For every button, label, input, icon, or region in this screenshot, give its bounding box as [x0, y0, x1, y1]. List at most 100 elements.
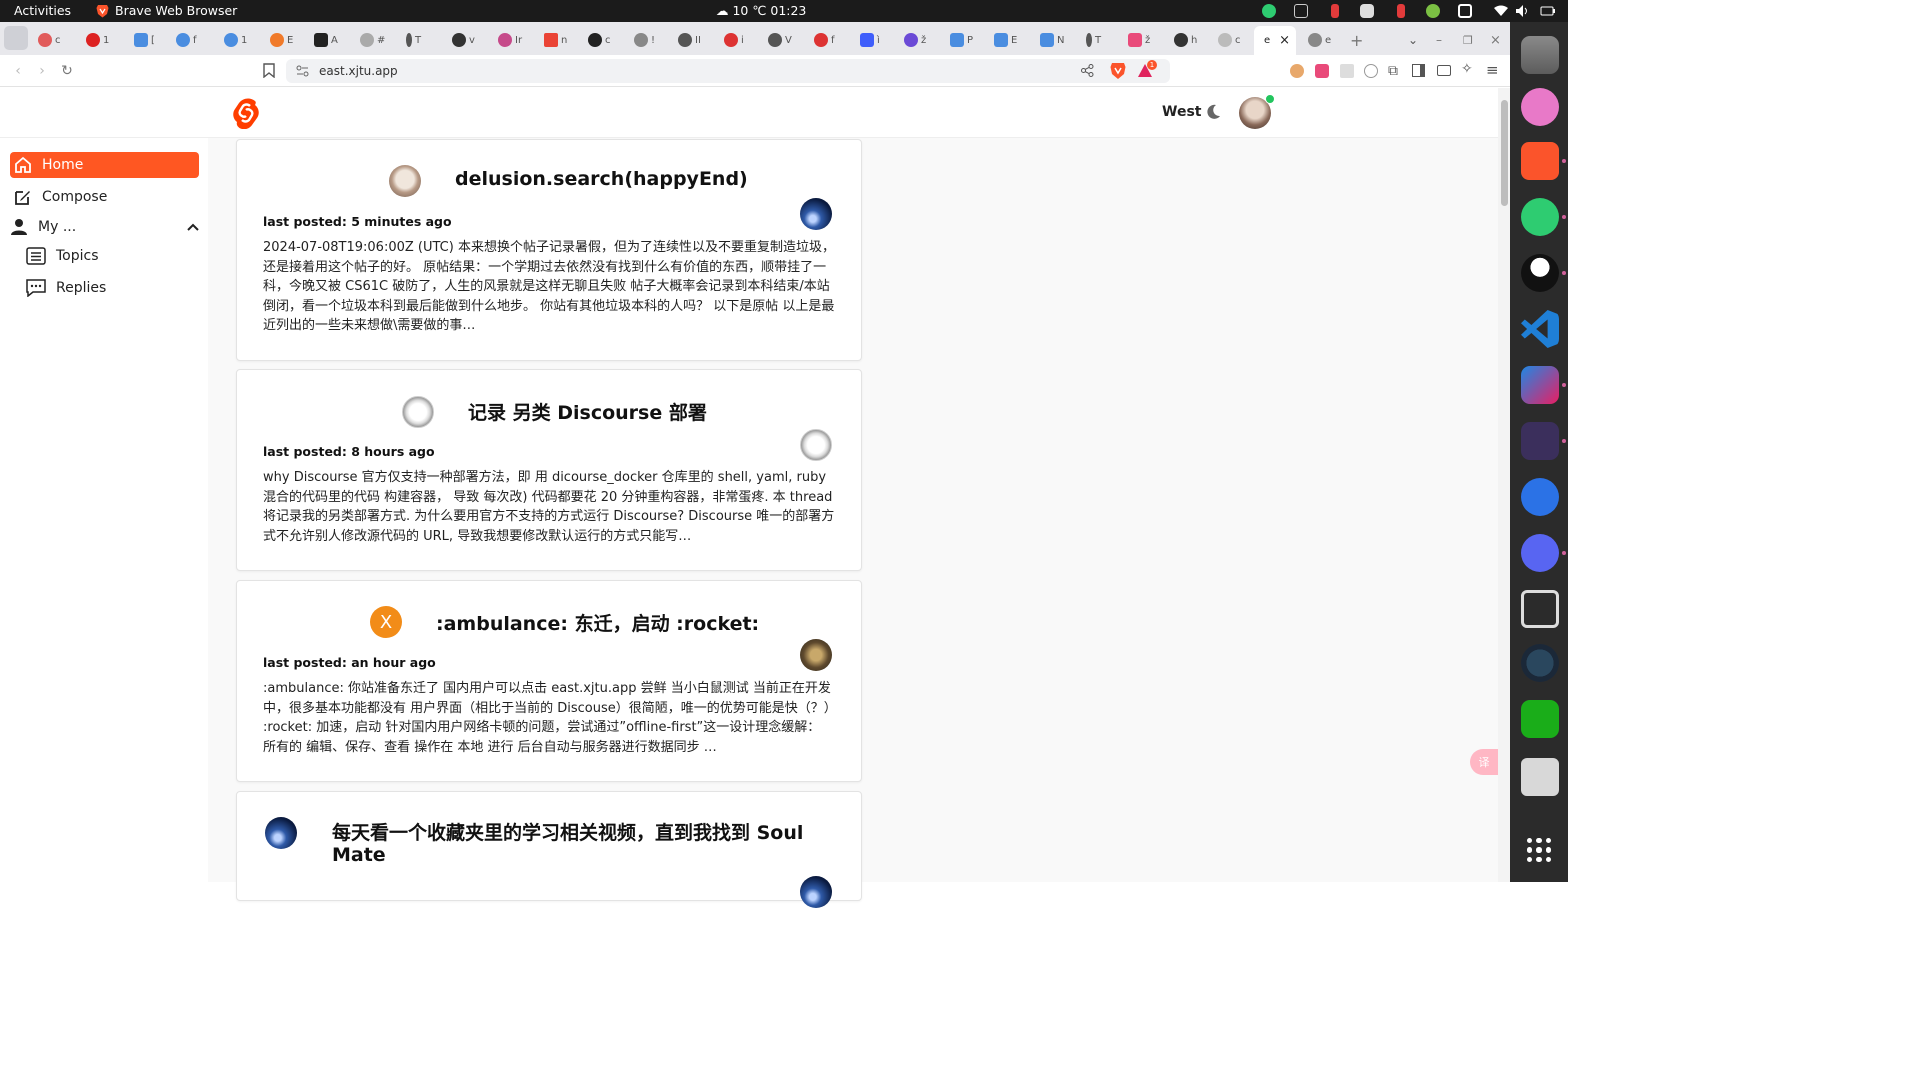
tab[interactable]: 1	[86, 28, 109, 52]
intellij-icon[interactable]	[1521, 366, 1559, 404]
scrollbar-thumb[interactable]	[1501, 100, 1508, 206]
author-avatar[interactable]: X	[370, 606, 402, 638]
topic-card[interactable]: delusion.search(happyEnd) last posted: 5…	[236, 139, 862, 361]
sidebar-item-topics[interactable]: Topics	[26, 243, 186, 269]
volume-icon[interactable]	[1516, 5, 1530, 17]
topic-card[interactable]: 记录 另类 Discourse 部署 last posted: 8 hours …	[236, 369, 862, 571]
wechat-work-icon[interactable]	[1521, 700, 1559, 738]
minimize-window-icon[interactable]: –	[1436, 28, 1442, 52]
discord-icon[interactable]	[1521, 534, 1559, 572]
cat-app-icon[interactable]	[1521, 88, 1559, 126]
close-tab-icon[interactable]: ×	[1279, 33, 1290, 48]
sidebar-item-compose[interactable]: Compose	[10, 184, 199, 210]
author-avatar[interactable]	[265, 817, 297, 849]
tab[interactable]: V	[768, 28, 792, 52]
tab[interactable]: ž	[904, 28, 926, 52]
clock[interactable]: ☁ 10 ℃ 01:23	[716, 3, 806, 18]
topic-card[interactable]: 每天看一个收藏夹里的学习相关视频，直到我找到 Soul Mate	[236, 791, 862, 908]
new-tab-button[interactable]: +	[1350, 28, 1363, 52]
tab[interactable]: [	[134, 28, 155, 52]
topic-title-continued[interactable]: Mate	[332, 844, 386, 866]
wifi-icon[interactable]	[1494, 5, 1508, 17]
brave-dock-icon[interactable]	[1521, 142, 1559, 180]
tab-list-chevron-icon[interactable]: ⌄	[1408, 28, 1418, 52]
app-menu[interactable]: Brave Web Browser	[96, 3, 237, 18]
show-apps-grid-icon[interactable]	[1527, 838, 1551, 862]
tab[interactable]: 1	[224, 28, 247, 52]
forward-arrow-icon[interactable]: ›	[33, 62, 51, 80]
translate-icon[interactable]: 译	[1470, 749, 1498, 775]
leo-ai-icon[interactable]: ✧	[1461, 61, 1473, 77]
extensions-puzzle-icon[interactable]: ⧉	[1388, 63, 1398, 79]
topic-title[interactable]: delusion.search(happyEnd)	[455, 168, 748, 190]
active-tab[interactable]: e ×	[1254, 26, 1296, 55]
keyboard-tray-icon[interactable]	[1294, 4, 1308, 18]
tab[interactable]: P	[950, 28, 973, 52]
steam-icon[interactable]	[1521, 644, 1559, 682]
extension-icon[interactable]	[1290, 64, 1304, 78]
tab[interactable]: II	[678, 28, 701, 52]
screenshot-tool-icon[interactable]	[1521, 590, 1559, 628]
sidebar-item-home[interactable]: Home	[10, 152, 199, 178]
tab[interactable]: h	[1174, 28, 1197, 52]
reload-icon[interactable]: ↻	[58, 62, 76, 80]
video-player-icon[interactable]	[1521, 478, 1559, 516]
indicator-tray-icon[interactable]	[1331, 4, 1339, 18]
sidebar-item-my[interactable]: My ...	[10, 214, 199, 240]
tab[interactable]: v	[452, 28, 475, 52]
tab[interactable]: #	[360, 28, 385, 52]
tab[interactable]: n	[544, 28, 567, 52]
tab[interactable]: e	[1308, 28, 1331, 52]
tab[interactable]: A	[314, 28, 338, 52]
sidebar-toggle-icon[interactable]	[1412, 64, 1425, 77]
tab[interactable]: E	[270, 28, 293, 52]
dark-mode-moon-icon[interactable]	[1205, 104, 1221, 120]
topic-title[interactable]: 每天看一个收藏夹里的学习相关视频，直到我找到 Soul	[332, 818, 803, 845]
back-arrow-icon[interactable]: ‹	[9, 62, 27, 80]
user-avatar[interactable]	[1239, 94, 1275, 129]
tab[interactable]: ž	[1128, 28, 1150, 52]
extension-icon-4[interactable]	[1364, 64, 1378, 78]
extension-icon-2[interactable]	[1315, 64, 1329, 78]
author-avatar[interactable]	[389, 165, 421, 197]
tab[interactable]: f	[814, 28, 835, 52]
last-poster-avatar[interactable]	[800, 639, 832, 671]
topic-card[interactable]: X :ambulance: 东迁，启动 :rocket: last posted…	[236, 580, 862, 782]
qq-penguin-icon[interactable]	[1521, 254, 1559, 292]
tab-search-button[interactable]	[4, 26, 28, 50]
tab[interactable]: T	[1086, 28, 1101, 52]
last-poster-avatar[interactable]	[800, 198, 832, 230]
bookmark-icon[interactable]	[263, 63, 275, 78]
topic-title[interactable]: 记录 另类 Discourse 部署	[468, 398, 707, 425]
tab[interactable]: E	[994, 28, 1017, 52]
activities-button[interactable]: Activities	[14, 3, 71, 18]
tab[interactable]: c	[588, 28, 611, 52]
vpn-tray-icon[interactable]	[1426, 4, 1440, 18]
obsidian-icon[interactable]	[1521, 422, 1559, 460]
menu-hamburger-icon[interactable]: ≡	[1486, 61, 1499, 79]
files-icon[interactable]	[1521, 36, 1559, 74]
gamepad-tray-icon[interactable]	[1360, 4, 1374, 18]
tab[interactable]: c	[1218, 28, 1241, 52]
region-switch-link[interactable]: West	[1162, 104, 1201, 120]
chevron-up-icon[interactable]	[187, 223, 199, 231]
trash-icon[interactable]	[1521, 758, 1559, 796]
power-icon[interactable]	[1540, 4, 1556, 18]
wallet-icon[interactable]	[1437, 65, 1451, 76]
close-window-icon[interactable]: ×	[1490, 28, 1501, 52]
page-scrollbar[interactable]	[1498, 88, 1510, 882]
tab[interactable]: f	[176, 28, 197, 52]
vscode-icon[interactable]	[1521, 310, 1559, 348]
tab[interactable]: Ir	[498, 28, 522, 52]
tab[interactable]: N	[1040, 28, 1064, 52]
last-poster-avatar[interactable]	[800, 429, 832, 461]
indicator-tray-icon-2[interactable]	[1397, 4, 1405, 18]
author-avatar[interactable]	[402, 396, 434, 428]
site-settings-icon[interactable]	[296, 65, 309, 77]
extension-icon-3[interactable]	[1340, 64, 1354, 78]
last-poster-avatar[interactable]	[800, 876, 832, 908]
tab[interactable]: !	[634, 28, 655, 52]
address-bar[interactable]: east.xjtu.app	[286, 59, 1170, 83]
sidebar-item-replies[interactable]: Replies	[26, 275, 186, 301]
tab[interactable]: c	[38, 28, 61, 52]
